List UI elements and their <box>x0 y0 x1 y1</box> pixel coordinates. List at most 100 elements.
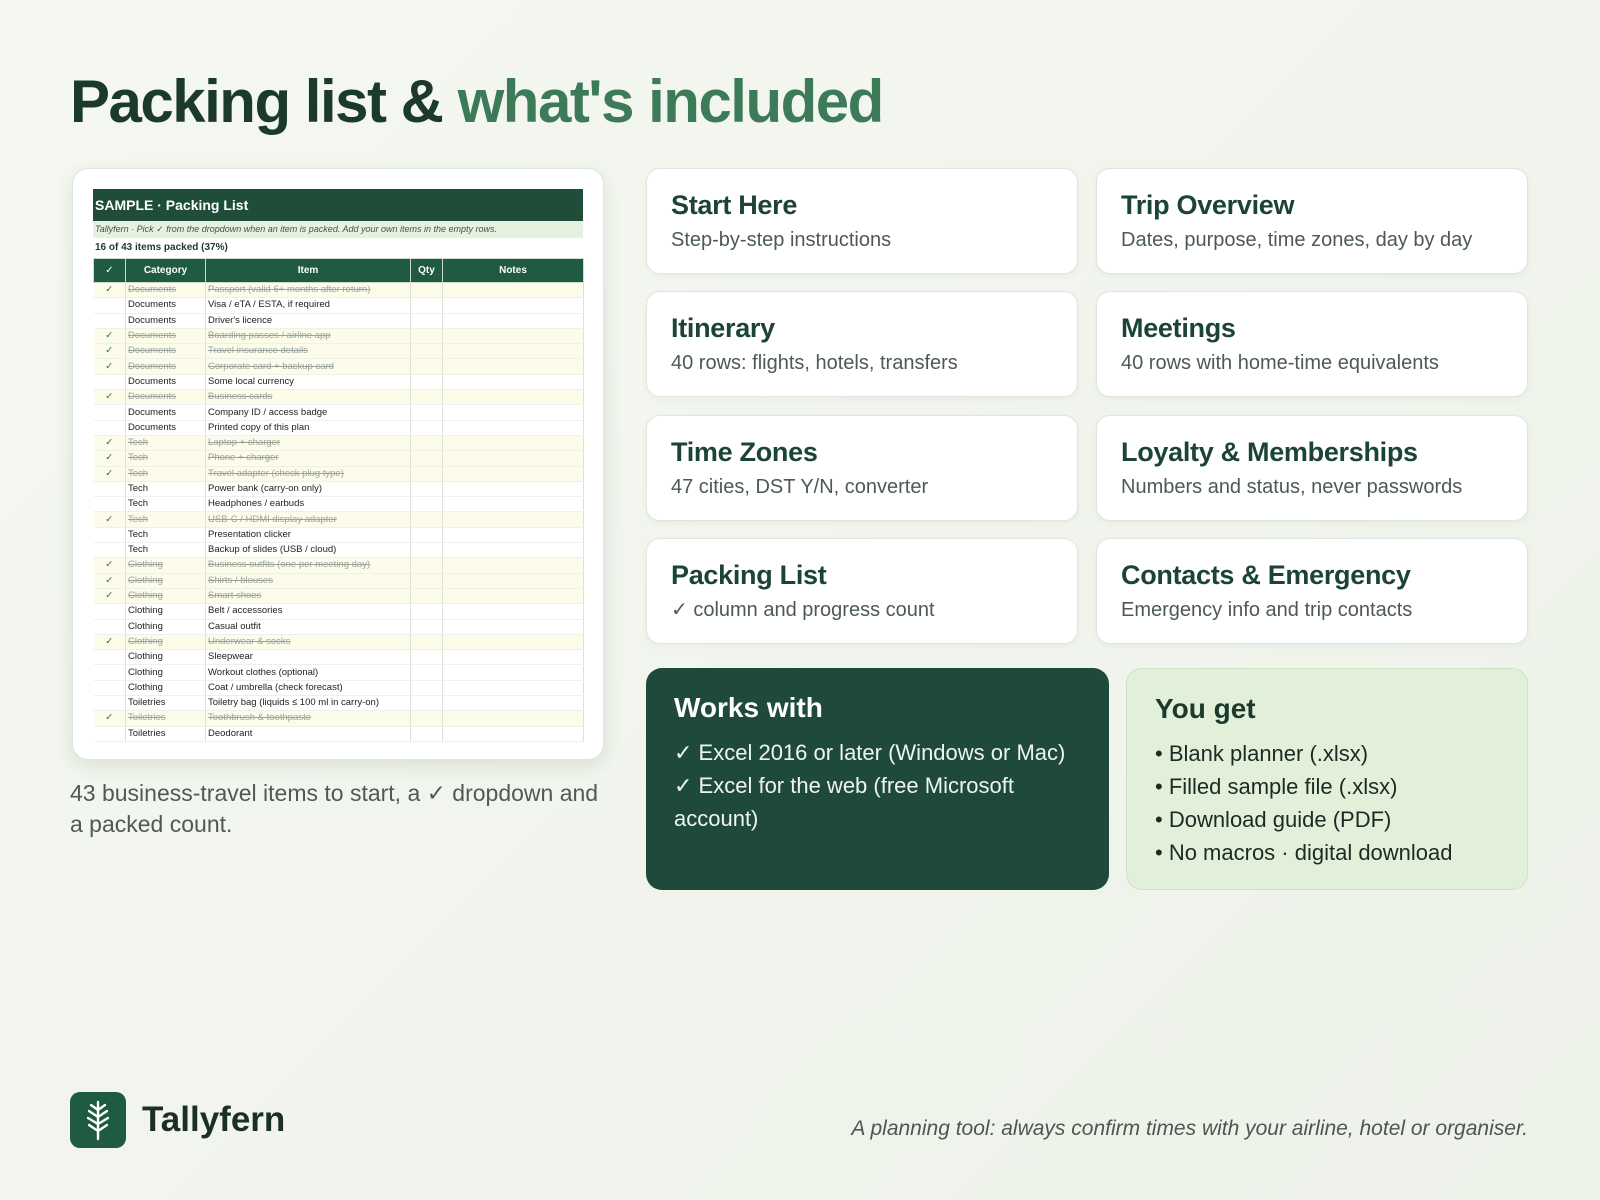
row-item-cell: Visa / eTA / ESTA, if required <box>205 297 411 314</box>
row-qty-cell <box>410 573 443 589</box>
row-item-cell: Passport (valid 6+ months after return) <box>205 282 411 299</box>
row-check-cell: ✓ <box>93 328 126 345</box>
row-category-cell: Tech <box>125 511 206 528</box>
packing-row: Tech Power bank (carry-on only) <box>93 481 584 498</box>
row-category-cell: Tech <box>125 481 206 498</box>
row-qty-cell <box>410 420 443 436</box>
packing-row: ✓ Clothing Shirts / blouses <box>93 573 584 589</box>
row-qty-cell <box>410 374 443 391</box>
row-item-cell: Belt / accessories <box>205 603 411 620</box>
row-qty-cell <box>410 664 443 681</box>
packing-row: Tech Presentation clicker <box>93 527 584 544</box>
row-category-cell: Tech <box>125 450 206 467</box>
row-qty-cell <box>410 282 443 299</box>
feature-title: Loyalty & Memberships <box>1121 437 1418 467</box>
feature-title: Meetings <box>1121 313 1236 343</box>
row-check-cell <box>93 680 126 697</box>
row-category-cell: Tech <box>125 466 206 482</box>
row-notes-cell <box>442 496 584 513</box>
row-item-cell: Backup of slides (USB / cloud) <box>205 542 411 559</box>
packing-row: ✓ Clothing Underwear & socks <box>93 634 584 651</box>
row-item-cell: Toiletry bag (liquids ≤ 100 ml in carry-… <box>205 695 411 712</box>
header-item: Item <box>205 258 411 283</box>
feature-desc: 40 rows with home-time equivalents <box>1121 352 1439 374</box>
row-notes-cell <box>442 389 584 406</box>
row-category-cell: Tech <box>125 542 206 559</box>
row-item-cell: Power bank (carry-on only) <box>205 481 411 498</box>
feature-title: Itinerary <box>671 313 775 343</box>
row-category-cell: Clothing <box>125 619 206 635</box>
you-get-title: You get <box>1155 693 1256 724</box>
works-with-item: ✓ Excel for the web (free Microsoft acco… <box>674 773 1014 831</box>
row-item-cell: Boarding passes / airline app <box>205 328 411 345</box>
row-item-cell: Presentation clicker <box>205 527 411 544</box>
feature-card-start-here: Start Here Step-by-step instructions <box>646 168 1078 274</box>
title-main: Packing list & <box>70 68 444 135</box>
sample-sheet: SAMPLE · Packing List Tallyfern · Pick ✓… <box>93 189 584 742</box>
row-item-cell: Sleepwear <box>205 649 411 666</box>
fern-leaf-icon <box>70 1092 126 1148</box>
row-check-cell <box>93 527 126 544</box>
row-category-cell: Documents <box>125 358 206 375</box>
packing-row: ✓ Documents Passport (valid 6+ months afte… <box>93 282 584 299</box>
row-qty-cell <box>410 695 443 712</box>
row-check-cell: ✓ <box>93 634 126 651</box>
row-notes-cell <box>442 619 584 635</box>
row-check-cell <box>93 313 126 329</box>
row-check-cell: ✓ <box>93 588 126 605</box>
row-qty-cell <box>410 527 443 544</box>
feature-card-itinerary: Itinerary 40 rows: flights, hotels, tran… <box>646 291 1078 397</box>
row-notes-cell <box>442 374 584 391</box>
feature-desc: 40 rows: flights, hotels, transfers <box>671 352 958 374</box>
row-check-cell: ✓ <box>93 450 126 467</box>
row-item-cell: Casual outfit <box>205 619 411 635</box>
feature-card-trip-overview: Trip Overview Dates, purpose, time zones… <box>1096 168 1528 274</box>
feature-card-meetings: Meetings 40 rows with home-time equivale… <box>1096 291 1528 397</box>
row-category-cell: Toiletries <box>125 695 206 712</box>
packing-row: ✓ Tech Phone + charger <box>93 450 584 467</box>
row-notes-cell <box>442 343 584 360</box>
row-item-cell: Travel adapter (check plug type) <box>205 466 411 482</box>
row-item-cell: Phone + charger <box>205 450 411 467</box>
row-check-cell: ✓ <box>93 511 126 528</box>
row-notes-cell <box>442 420 584 436</box>
row-qty-cell <box>410 619 443 635</box>
row-check-cell <box>93 297 126 314</box>
feature-desc: Emergency info and trip contacts <box>1121 599 1413 621</box>
row-notes-cell <box>442 680 584 697</box>
row-check-cell <box>93 619 126 635</box>
packing-row: Documents Company ID / access badge <box>93 404 584 421</box>
row-check-cell <box>93 374 126 391</box>
feature-title: Packing List <box>671 560 827 590</box>
row-qty-cell <box>410 481 443 498</box>
row-qty-cell <box>410 542 443 559</box>
row-notes-cell <box>442 695 584 712</box>
row-item-cell: Business cards <box>205 389 411 406</box>
row-notes-cell <box>442 588 584 605</box>
row-item-cell: Workout clothes (optional) <box>205 664 411 681</box>
row-item-cell: Deodorant <box>205 726 411 742</box>
row-category-cell: Tech <box>125 527 206 544</box>
you-get-item: • Filled sample file (.xlsx) <box>1155 774 1398 799</box>
row-category-cell: Clothing <box>125 634 206 651</box>
packing-row: Clothing Workout clothes (optional) <box>93 664 584 681</box>
packing-row: ✓ Documents Boarding passes / airline app <box>93 328 584 345</box>
row-check-cell <box>93 481 126 498</box>
row-notes-cell <box>442 328 584 345</box>
packing-row: Toiletries Toiletry bag (liquids ≤ 100 ml… <box>93 695 584 712</box>
row-notes-cell <box>442 282 584 299</box>
packing-row: Toiletries Deodorant <box>93 726 584 742</box>
sheet-caption: 43 business-travel items to start, a ✓ d… <box>70 780 599 837</box>
feature-card-loyalty: Loyalty & Memberships Numbers and status… <box>1096 415 1528 521</box>
works-with-title: Works with <box>674 692 823 723</box>
feature-title: Trip Overview <box>1121 190 1295 220</box>
row-item-cell: Printed copy of this plan <box>205 420 411 436</box>
feature-card-packing-list: Packing List ✓ column and progress count <box>646 538 1078 644</box>
row-qty-cell <box>410 710 443 727</box>
row-category-cell: Toiletries <box>125 726 206 742</box>
feature-title: Time Zones <box>671 437 818 467</box>
row-category-cell: Clothing <box>125 573 206 589</box>
row-qty-cell <box>410 649 443 666</box>
row-check-cell <box>93 404 126 421</box>
packing-row: Documents Driver's licence <box>93 313 584 329</box>
